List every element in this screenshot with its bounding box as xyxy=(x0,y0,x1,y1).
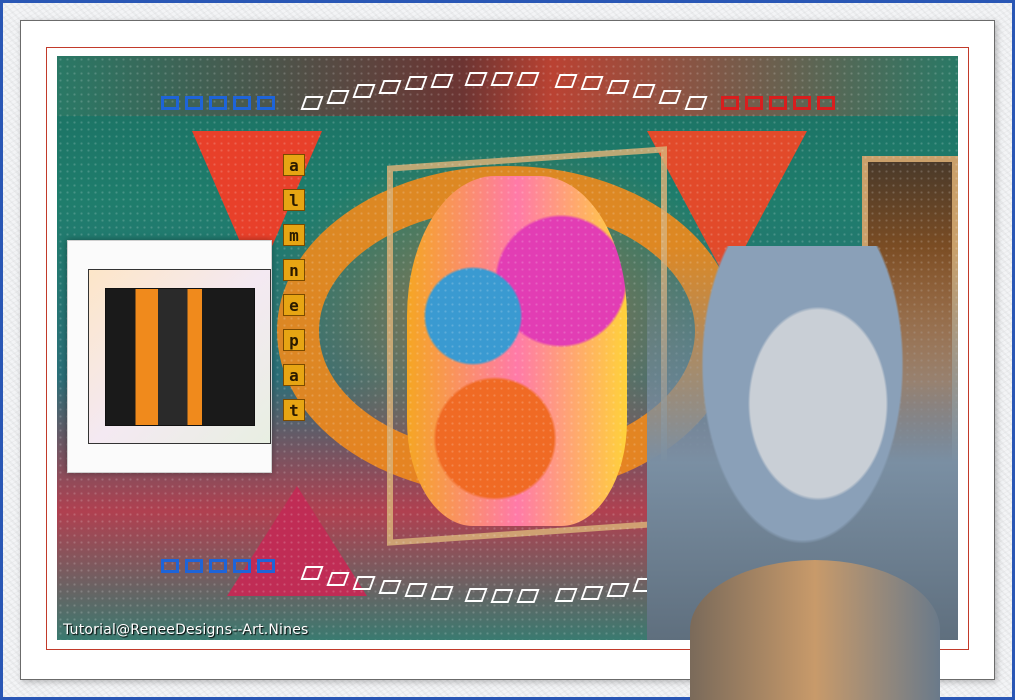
square-decoration xyxy=(745,96,763,110)
title-letter: e xyxy=(283,294,305,316)
credit-text: Tutorial@ReneeDesigns--Art.Nines xyxy=(63,622,309,638)
square-decoration xyxy=(233,96,251,110)
framed-photo xyxy=(67,240,272,473)
square-decoration xyxy=(185,559,203,573)
title-letter: a xyxy=(283,364,305,386)
square-decoration xyxy=(721,96,739,110)
square-decoration xyxy=(209,559,227,573)
abstract-picture xyxy=(105,288,255,426)
character-shoulder xyxy=(690,560,940,700)
square-decoration xyxy=(161,96,179,110)
title-letter: m xyxy=(283,224,305,246)
square-decoration xyxy=(185,96,203,110)
square-decoration xyxy=(161,559,179,573)
square-decoration xyxy=(257,559,275,573)
square-decoration xyxy=(769,96,787,110)
title-letter: n xyxy=(283,259,305,281)
square-decoration xyxy=(793,96,811,110)
square-decoration xyxy=(257,96,275,110)
title-letter: t xyxy=(283,399,305,421)
vertical-title: a l m n e p a t xyxy=(283,154,309,434)
title-letter: l xyxy=(283,189,305,211)
photo-mat xyxy=(88,269,271,444)
title-letter: a xyxy=(283,154,305,176)
square-decoration xyxy=(817,96,835,110)
artwork: a l m n e p a t xyxy=(57,56,958,640)
title-letter: p xyxy=(283,329,305,351)
square-decoration xyxy=(209,96,227,110)
square-decoration xyxy=(233,559,251,573)
